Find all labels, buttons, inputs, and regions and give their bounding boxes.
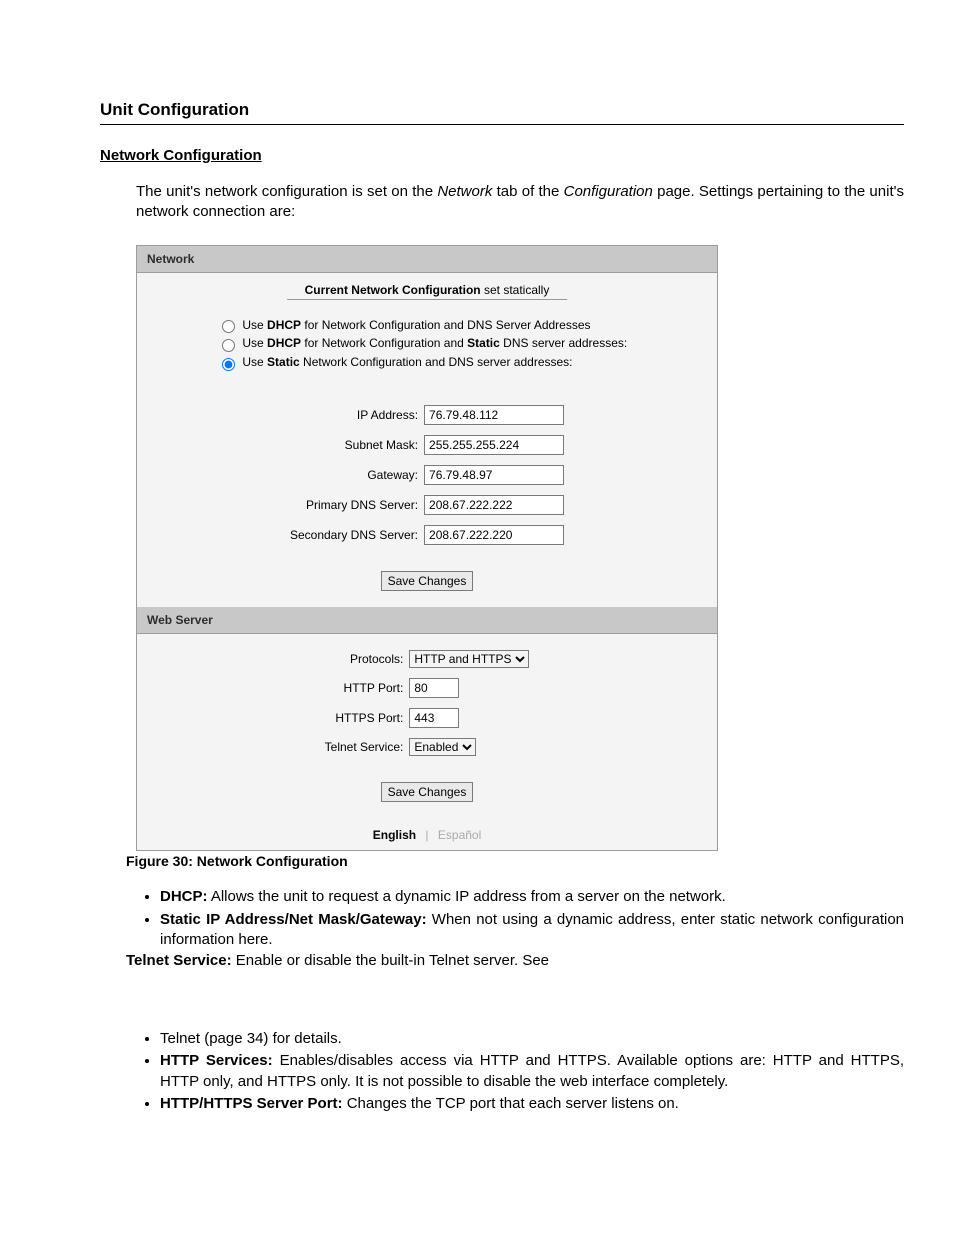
heading-unit-configuration: Unit Configuration (100, 100, 904, 125)
radio-label-text: Use (242, 318, 267, 332)
intro-italic-network: Network (437, 183, 492, 200)
lang-english[interactable]: English (373, 828, 416, 842)
input-gateway[interactable] (424, 465, 564, 485)
radio-label-bold: Static (267, 355, 300, 369)
intro-text: The unit's network configuration is set … (136, 183, 437, 200)
lang-spanish[interactable]: Español (438, 828, 481, 842)
list-item-bold: Static IP Address/Net Mask/Gateway: (160, 911, 427, 928)
list-item-text: Changes the TCP port that each server li… (343, 1095, 679, 1112)
radio-label-text: for Network Configuration and DNS Server… (301, 318, 590, 332)
current-config-line: Current Network Configuration set static… (147, 283, 707, 297)
radio-label-bold: DHCP (267, 318, 301, 332)
save-changes-webserver-button[interactable]: Save Changes (381, 782, 474, 802)
list-item-bold: HTTP/HTTPS Server Port: (160, 1095, 343, 1112)
radio-dhcp-static-dns[interactable] (222, 339, 235, 352)
description-list-b: Telnet (page 34) for details. HTTP Servi… (136, 1029, 904, 1114)
radio-row-dhcp-all[interactable]: Use DHCP for Network Configuration and D… (217, 316, 707, 335)
figure-caption: Figure 30: Network Configuration (126, 853, 904, 869)
list-item-bold: HTTP Services: (160, 1052, 273, 1069)
select-protocols[interactable]: HTTP and HTTPS (409, 650, 529, 668)
label-subnet-mask: Subnet Mask: (288, 431, 420, 459)
list-item: DHCP: Allows the unit to request a dynam… (160, 887, 904, 907)
telnet-bold: Telnet Service: (126, 952, 232, 969)
label-secondary-dns: Secondary DNS Server: (288, 521, 420, 549)
heading-network-configuration: Network Configuration (100, 147, 904, 164)
radio-label-text: Network Configuration and DNS server add… (300, 355, 573, 369)
save-changes-network-button[interactable]: Save Changes (381, 571, 474, 591)
label-https-port: HTTPS Port: (323, 704, 406, 732)
radio-static-all[interactable] (222, 358, 235, 371)
language-bar: English | Español (137, 818, 717, 850)
label-primary-dns: Primary DNS Server: (288, 491, 420, 519)
input-subnet-mask[interactable] (424, 435, 564, 455)
radio-label-text: for Network Configuration and (301, 336, 467, 350)
radio-label-text: DNS server addresses: (500, 336, 627, 350)
current-config-rest: set statically (481, 283, 550, 297)
radio-row-static-all[interactable]: Use Static Network Configuration and DNS… (217, 353, 707, 372)
list-item: Telnet (page 34) for details. (160, 1029, 904, 1049)
input-ip-address[interactable] (424, 405, 564, 425)
radio-label-bold: DHCP (267, 336, 301, 350)
label-http-port: HTTP Port: (323, 674, 406, 702)
divider (287, 299, 567, 300)
panel-header-network: Network (137, 246, 717, 273)
lang-separator: | (425, 828, 428, 842)
radio-dhcp-all[interactable] (222, 320, 235, 333)
intro-paragraph: The unit's network configuration is set … (136, 182, 904, 223)
list-item: Static IP Address/Net Mask/Gateway: When… (160, 910, 904, 951)
current-config-bold: Current Network Configuration (305, 283, 481, 297)
description-list-a: DHCP: Allows the unit to request a dynam… (136, 887, 904, 950)
radio-label-text: Use (242, 355, 267, 369)
label-ip-address: IP Address: (288, 401, 420, 429)
list-item-text: Allows the unit to request a dynamic IP … (208, 888, 726, 905)
select-telnet-service[interactable]: Enabled (409, 738, 476, 756)
list-item: HTTP/HTTPS Server Port: Changes the TCP … (160, 1094, 904, 1114)
list-item: HTTP Services: Enables/disables access v… (160, 1051, 904, 1092)
label-gateway: Gateway: (288, 461, 420, 489)
input-http-port[interactable] (409, 678, 459, 698)
label-telnet-service: Telnet Service: (323, 734, 406, 760)
intro-text: tab of the (492, 183, 563, 200)
radio-label-text: Use (242, 336, 267, 350)
input-https-port[interactable] (409, 708, 459, 728)
radio-label-bold: Static (467, 336, 500, 350)
input-secondary-dns[interactable] (424, 525, 564, 545)
list-item-text: Telnet (page 34) for details. (160, 1030, 342, 1047)
telnet-service-line: Telnet Service: Enable or disable the bu… (126, 952, 904, 969)
intro-italic-configuration: Configuration (564, 183, 653, 200)
panel-header-web-server: Web Server (137, 607, 717, 634)
config-screenshot: Network Current Network Configuration se… (136, 245, 718, 852)
label-protocols: Protocols: (323, 646, 406, 672)
input-primary-dns[interactable] (424, 495, 564, 515)
list-item-bold: DHCP: (160, 888, 208, 905)
radio-row-dhcp-static-dns[interactable]: Use DHCP for Network Configuration and S… (217, 334, 707, 353)
telnet-text: Enable or disable the built-in Telnet se… (232, 952, 549, 969)
